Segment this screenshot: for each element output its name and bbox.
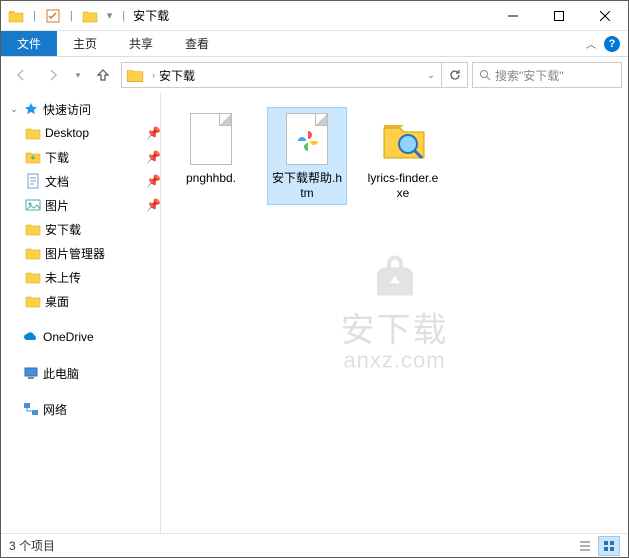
close-button[interactable] (582, 1, 628, 31)
downloads-icon (25, 149, 41, 165)
qat-separator: | (33, 10, 36, 22)
tree-label: 安下载 (45, 221, 160, 238)
tree-spacer (1, 385, 160, 397)
help-icon[interactable]: ? (604, 36, 620, 52)
file-label: 安下载帮助.htm (271, 171, 343, 201)
tree-item-pictures[interactable]: 图片 📌 (1, 193, 160, 217)
body: ⌄ 快速访问 Desktop 📌 下载 📌 文档 📌 图片 📌 安下载 (1, 93, 628, 533)
folder-icon (25, 125, 41, 141)
tree-spacer (1, 349, 160, 361)
expand-icon[interactable]: ⌄ (9, 104, 19, 115)
tree-item-unuploaded[interactable]: 未上传 (1, 265, 160, 289)
search-placeholder: 搜索"安下载" (495, 67, 564, 84)
watermark-sub: anxz.com (343, 348, 445, 374)
folder-icon (25, 269, 41, 285)
tree-label: 图片管理器 (45, 245, 160, 262)
qat-dropdown[interactable]: ▾ (107, 9, 113, 22)
pin-icon: 📌 (146, 150, 160, 164)
file-thumbnail (375, 111, 431, 167)
tab-view[interactable]: 查看 (169, 31, 225, 56)
status-item-count: 3 个项目 (9, 537, 55, 554)
tree-label: Desktop (45, 126, 142, 140)
address-bar[interactable]: › 安下载 ⌄ (121, 62, 468, 88)
file-item[interactable]: lyrics-finder.exe (363, 107, 443, 205)
ribbon-collapse-icon[interactable]: ︿ (586, 36, 596, 51)
pc-icon (23, 365, 39, 381)
folder-icon (25, 293, 41, 309)
title-separator: | (122, 10, 125, 22)
refresh-button[interactable] (441, 63, 467, 87)
maximize-button[interactable] (536, 1, 582, 31)
tree-item-anxz[interactable]: 安下载 (1, 217, 160, 241)
tree-label: 快速访问 (43, 101, 160, 118)
tree-item-downloads[interactable]: 下载 📌 (1, 145, 160, 169)
tree-label: OneDrive (43, 330, 160, 344)
tree-quick-access[interactable]: ⌄ 快速访问 (1, 97, 160, 121)
view-details-button[interactable] (574, 536, 596, 556)
breadcrumb-separator-icon[interactable]: › (152, 70, 155, 80)
tree-item-documents[interactable]: 文档 📌 (1, 169, 160, 193)
pin-icon: 📌 (146, 126, 160, 140)
ribbon: 文件 主页 共享 查看 ︿ ? (1, 31, 628, 57)
pictures-icon (25, 197, 41, 213)
qat-properties-icon[interactable] (42, 5, 64, 27)
documents-icon (25, 173, 41, 189)
file-thumbnail (279, 111, 335, 167)
tree-label: 此电脑 (43, 365, 160, 382)
window-title: 安下载 (133, 7, 169, 24)
tree-item-desktop2[interactable]: 桌面 (1, 289, 160, 313)
tree-label: 未上传 (45, 269, 160, 286)
address-folder-icon (126, 67, 144, 83)
breadcrumb-current[interactable]: 安下载 (159, 67, 195, 84)
watermark-text: 安下载 (341, 303, 449, 352)
tab-home[interactable]: 主页 (57, 31, 113, 56)
tree-label: 桌面 (45, 293, 160, 310)
tree-item-picmgr[interactable]: 图片管理器 (1, 241, 160, 265)
quick-access-toolbar: | | ▾ | 安下载 (1, 5, 169, 27)
app-folder-icon (5, 5, 27, 27)
minimize-button[interactable] (490, 1, 536, 31)
tree-label: 文档 (45, 173, 142, 190)
forward-button[interactable] (39, 61, 67, 89)
window-controls (490, 1, 628, 31)
title-bar: | | ▾ | 安下载 (1, 1, 628, 31)
star-icon (23, 101, 39, 117)
file-item[interactable]: 安下载帮助.htm (267, 107, 347, 205)
status-bar: 3 个项目 (1, 533, 628, 557)
network-icon (23, 401, 39, 417)
navigation-pane: ⌄ 快速访问 Desktop 📌 下载 📌 文档 📌 图片 📌 安下载 (1, 93, 161, 533)
navigation-bar: ▾ › 安下载 ⌄ 搜索"安下载" (1, 57, 628, 93)
tree-item-desktop[interactable]: Desktop 📌 (1, 121, 160, 145)
qat-separator: | (70, 10, 73, 22)
folder-icon (25, 221, 41, 237)
tree-label: 图片 (45, 197, 142, 214)
qat-new-folder-icon[interactable] (79, 5, 101, 27)
up-button[interactable] (89, 61, 117, 89)
file-label: pnghhbd. (186, 171, 236, 186)
file-thumbnail (183, 111, 239, 167)
address-dropdown-icon[interactable]: ⌄ (421, 63, 441, 87)
pin-icon: 📌 (146, 174, 160, 188)
tree-spacer (1, 313, 160, 325)
view-icons-button[interactable] (598, 536, 620, 556)
tree-this-pc[interactable]: › 此电脑 (1, 361, 160, 385)
back-button[interactable] (7, 61, 35, 89)
search-icon (479, 69, 491, 81)
tab-share[interactable]: 共享 (113, 31, 169, 56)
file-list: pnghhbd. 安下载帮助.htm (161, 93, 628, 219)
tab-file[interactable]: 文件 (1, 31, 57, 56)
pin-icon: 📌 (146, 198, 160, 212)
tree-network[interactable]: › 网络 (1, 397, 160, 421)
recent-dropdown-icon[interactable]: ▾ (71, 61, 85, 89)
tree-onedrive[interactable]: › OneDrive (1, 325, 160, 349)
file-pane[interactable]: pnghhbd. 安下载帮助.htm (161, 93, 628, 533)
file-item[interactable]: pnghhbd. (171, 107, 251, 190)
watermark: 安下载 anxz.com (341, 253, 449, 374)
file-label: lyrics-finder.exe (367, 171, 439, 201)
tree-label: 下载 (45, 149, 142, 166)
folder-icon (25, 245, 41, 261)
search-input[interactable]: 搜索"安下载" (472, 62, 622, 88)
onedrive-icon (23, 329, 39, 345)
tree-label: 网络 (43, 401, 160, 418)
